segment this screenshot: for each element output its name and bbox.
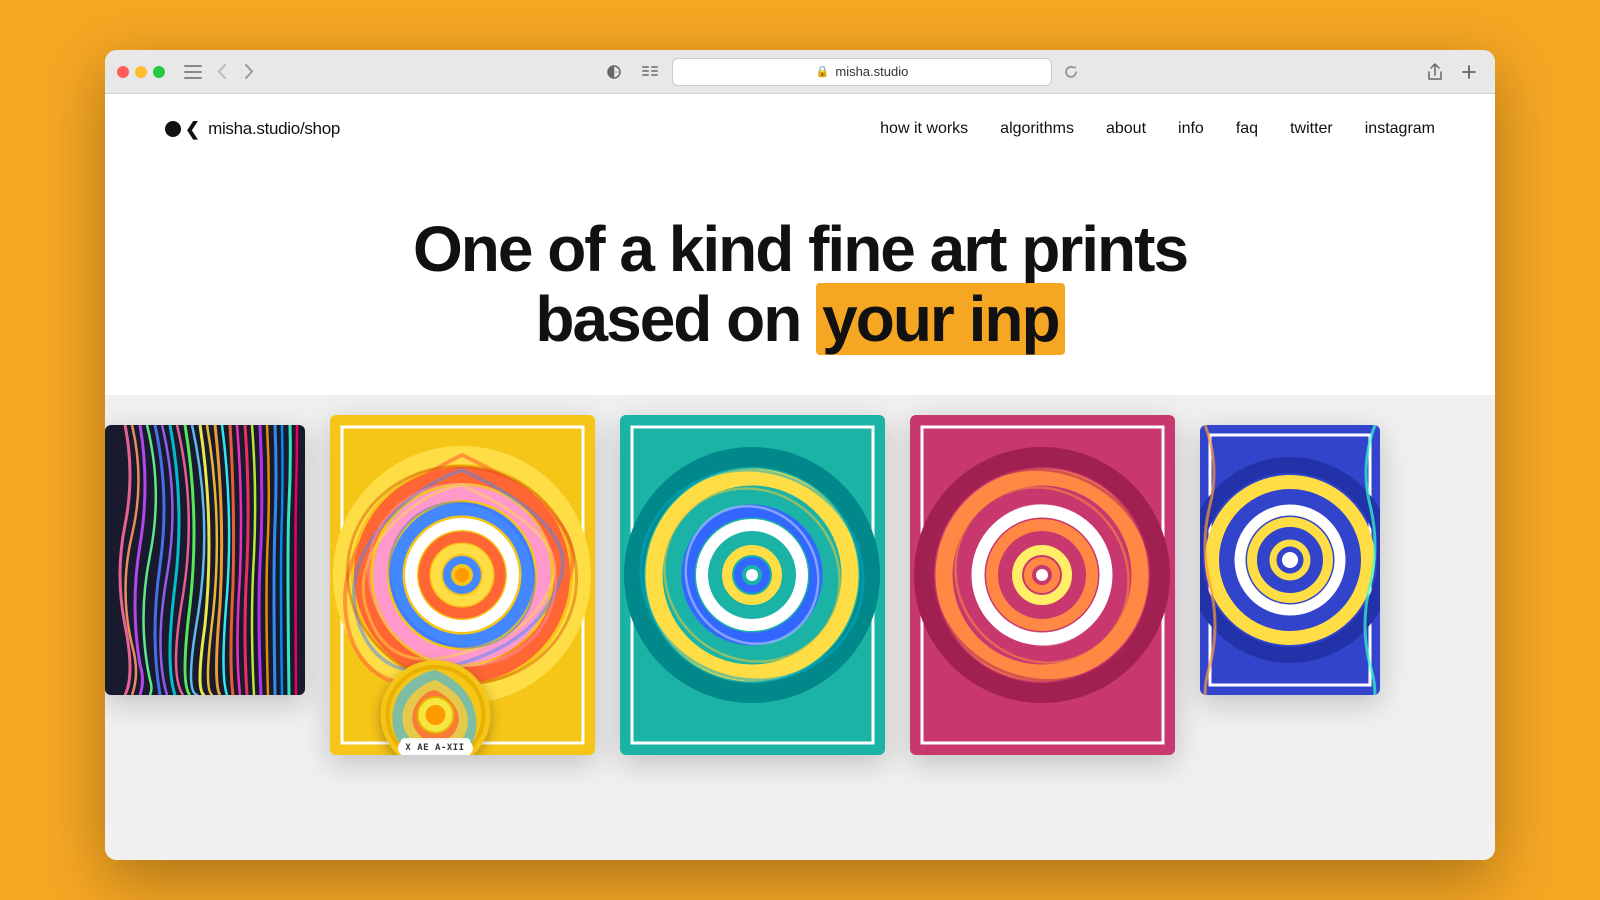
reader-mode-button[interactable] — [636, 58, 664, 86]
hero-title-highlight: your inp — [816, 283, 1064, 355]
site-logo[interactable]: ❮ misha.studio/shop — [165, 119, 340, 140]
share-button[interactable] — [1421, 58, 1449, 86]
reload-button[interactable] — [1060, 61, 1082, 83]
art-card-3[interactable] — [620, 415, 885, 755]
nav-algorithms[interactable]: algorithms — [1000, 120, 1074, 138]
nav-info[interactable]: info — [1178, 120, 1204, 138]
gallery-inner: X AE A-XII — [105, 395, 1495, 860]
site-nav: how it works algorithms about info faq t… — [880, 120, 1435, 138]
art-card-1[interactable] — [105, 425, 305, 695]
url-text: misha.studio — [835, 64, 908, 79]
site-header: ❮ misha.studio/shop how it works algorit… — [105, 94, 1495, 164]
logo-circle — [165, 121, 181, 137]
nav-instagram[interactable]: instagram — [1365, 120, 1435, 138]
logo-domain: misha.studio — [208, 119, 300, 138]
hero-title-line1: One of a kind fine art prints — [413, 213, 1187, 285]
sidebar-toggle-button[interactable] — [181, 63, 205, 81]
nav-faq[interactable]: faq — [1236, 120, 1258, 138]
address-bar[interactable]: 🔒 misha.studio — [672, 58, 1052, 86]
gallery-section: X AE A-XII — [105, 395, 1495, 860]
website-content: ❮ misha.studio/shop how it works algorit… — [105, 94, 1495, 860]
art-card-2[interactable]: X AE A-XII — [330, 415, 595, 755]
coin-badge-label: X AE A-XII — [397, 740, 472, 755]
close-button[interactable] — [117, 66, 129, 78]
hero-title-line2-before: based on — [535, 283, 816, 355]
nav-about[interactable]: about — [1106, 120, 1146, 138]
theme-toggle-button[interactable] — [600, 58, 628, 86]
logo-subpath: /shop — [300, 119, 340, 138]
logo-icon: ❮ — [165, 119, 200, 140]
address-bar-wrapper: 🔒 misha.studio — [269, 58, 1413, 86]
browser-titlebar: 🔒 misha.studio — [105, 50, 1495, 94]
back-button[interactable] — [209, 60, 233, 84]
lock-icon: 🔒 — [816, 65, 830, 78]
traffic-lights — [117, 66, 165, 78]
hero-section: One of a kind fine art prints based on y… — [105, 164, 1495, 395]
nav-how-it-works[interactable]: how it works — [880, 120, 968, 138]
browser-controls — [181, 60, 261, 84]
page-background: 🔒 misha.studio — [0, 0, 1600, 900]
forward-button[interactable] — [237, 60, 261, 84]
logo-chevron-icon: ❮ — [185, 119, 200, 140]
maximize-button[interactable] — [153, 66, 165, 78]
hero-title: One of a kind fine art prints based on y… — [165, 214, 1435, 355]
art-card-4[interactable] — [910, 415, 1175, 755]
browser-window: 🔒 misha.studio — [105, 50, 1495, 860]
logo-text: misha.studio/shop — [208, 119, 340, 139]
art-card-5[interactable] — [1200, 425, 1380, 695]
nav-twitter[interactable]: twitter — [1290, 120, 1333, 138]
new-tab-button[interactable] — [1455, 58, 1483, 86]
browser-actions — [1421, 58, 1483, 86]
minimize-button[interactable] — [135, 66, 147, 78]
